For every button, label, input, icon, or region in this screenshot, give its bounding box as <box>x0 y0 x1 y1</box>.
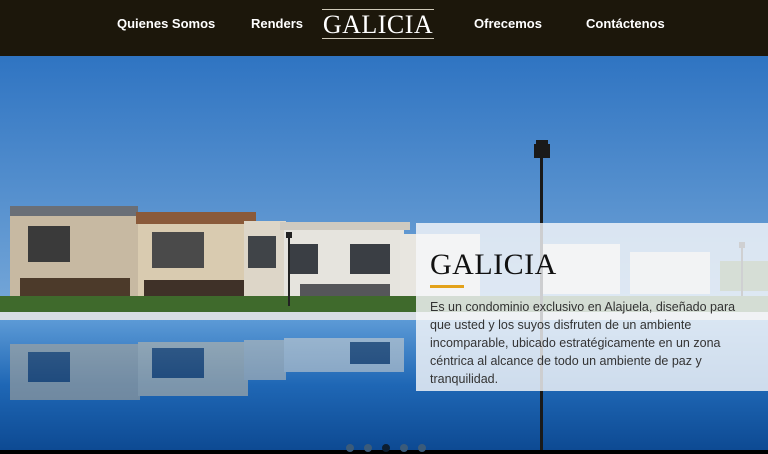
hero-info-panel: GALICIA Es un condominio exclusivo en Al… <box>416 223 768 391</box>
nav-link-contactenos[interactable]: Contáctenos <box>586 0 665 48</box>
slider-dot-3[interactable] <box>382 444 390 452</box>
nav-link-quienes-somos[interactable]: Quienes Somos <box>117 0 215 48</box>
brand-logo[interactable]: GALICIA <box>322 9 434 39</box>
top-navbar: Quienes Somos Renders GALICIA Ofrecemos … <box>0 0 768 56</box>
slider-dot-4[interactable] <box>400 444 408 452</box>
slider-dot-2[interactable] <box>364 444 372 452</box>
nav-link-renders[interactable]: Renders <box>251 0 303 48</box>
hero-slider: GALICIA Es un condominio exclusivo en Al… <box>0 56 768 450</box>
hero-title: GALICIA <box>430 248 557 281</box>
nav-link-ofrecemos[interactable]: Ofrecemos <box>474 0 542 48</box>
slider-dot-1[interactable] <box>346 444 354 452</box>
slider-dot-5[interactable] <box>418 444 426 452</box>
hero-description: Es un condominio exclusivo en Alajuela, … <box>430 300 736 386</box>
hero-title-underline <box>430 285 464 288</box>
